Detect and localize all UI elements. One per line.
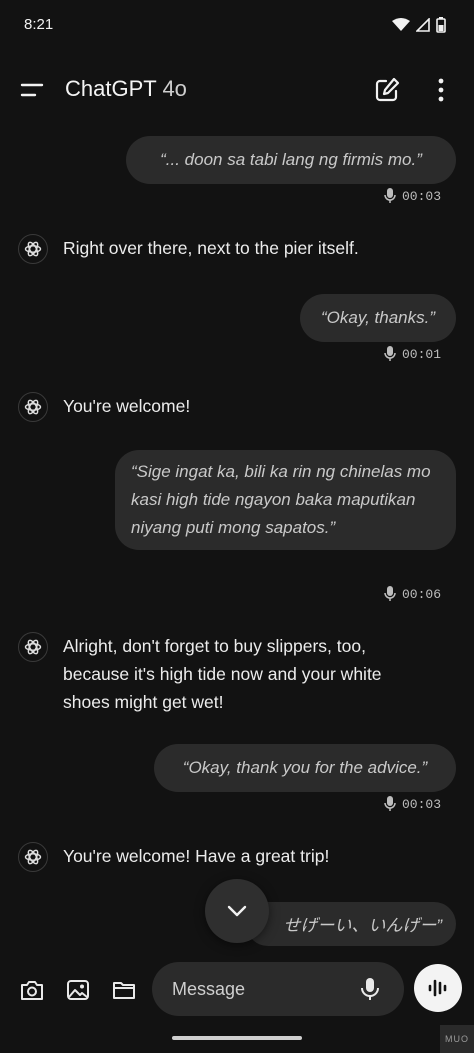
voice-duration: 00:03	[401, 796, 441, 812]
model-name: 4o	[162, 76, 187, 101]
folder-icon	[113, 982, 135, 999]
chatgpt-logo-icon	[18, 392, 48, 422]
user-message-bubble: せげーい、いんげー”	[246, 902, 456, 946]
user-message-text: “Sige ingat ka, bili ka rin ng chinelas …	[131, 462, 431, 537]
camera-button[interactable]	[18, 976, 46, 1004]
wifi-icon	[392, 18, 410, 31]
voice-mode-button[interactable]	[414, 964, 462, 1012]
assistant-message-text: You're welcome! Have a great trip!	[63, 846, 330, 866]
scroll-to-bottom-button[interactable]	[205, 879, 269, 943]
attach-file-button[interactable]	[110, 976, 138, 1004]
user-message-bubble: “Okay, thanks.”	[300, 294, 456, 342]
chatgpt-logo-icon	[18, 842, 48, 872]
user-message-bubble: “Sige ingat ka, bili ka rin ng chinelas …	[115, 450, 456, 550]
assistant-message-text: Alright, don't forget to buy slippers, t…	[63, 636, 382, 712]
signal-icon	[416, 18, 430, 32]
image-icon	[67, 980, 89, 1000]
more-vert-icon	[438, 78, 444, 102]
app-header: ChatGPT 4o	[0, 62, 474, 118]
voice-duration: 00:03	[401, 188, 441, 204]
user-message-bubble: “Okay, thank you for the advice.”	[154, 744, 456, 792]
status-time: 8:21	[24, 16, 54, 33]
camera-icon	[21, 981, 43, 1000]
mic-icon	[384, 586, 396, 601]
status-bar: 8:21	[0, 0, 474, 50]
page-title[interactable]: ChatGPT 4o	[65, 76, 187, 102]
assistant-message: You're welcome!	[18, 392, 458, 422]
voice-duration: 00:01	[401, 346, 441, 362]
watermark-logo: MUO	[440, 1025, 474, 1053]
dictate-button[interactable]	[358, 976, 382, 1002]
mic-icon	[384, 188, 396, 203]
assistant-message-text: You're welcome!	[63, 396, 191, 416]
voice-message-meta: 00:06	[384, 586, 441, 602]
assistant-message: Alright, don't forget to buy slippers, t…	[18, 632, 458, 718]
menu-button[interactable]	[18, 76, 48, 104]
chatgpt-logo-icon	[18, 234, 48, 264]
assistant-message-text: Right over there, next to the pier itsel…	[63, 238, 359, 258]
user-message-bubble: “... doon sa tabi lang ng firmis mo.”	[126, 136, 456, 184]
message-input[interactable]	[172, 962, 352, 1016]
waveform-icon	[428, 979, 447, 997]
message-box	[152, 962, 404, 1016]
app-name: ChatGPT	[65, 76, 157, 101]
assistant-message: Right over there, next to the pier itsel…	[18, 234, 458, 264]
menu-icon	[20, 83, 44, 97]
voice-duration: 00:06	[401, 586, 441, 602]
voice-message-meta: 00:01	[384, 346, 441, 362]
chatgpt-logo-icon	[18, 632, 48, 662]
composer-bar	[0, 958, 474, 1024]
battery-icon	[436, 17, 446, 33]
edit-icon	[375, 77, 400, 102]
user-message-text: “Okay, thanks.”	[321, 308, 435, 327]
mic-icon	[361, 978, 379, 1000]
photo-library-button[interactable]	[64, 976, 92, 1004]
new-chat-button[interactable]	[372, 75, 402, 105]
voice-message-meta: 00:03	[384, 188, 441, 204]
mic-icon	[384, 796, 396, 811]
assistant-message: You're welcome! Have a great trip!	[18, 842, 458, 872]
mic-icon	[384, 346, 396, 361]
user-message-text: “Okay, thank you for the advice.”	[182, 758, 428, 777]
chevron-down-icon	[227, 905, 247, 917]
voice-message-meta: 00:03	[384, 796, 441, 812]
more-options-button[interactable]	[428, 75, 454, 105]
user-message-text: せげーい、いんげー”	[283, 916, 442, 935]
home-indicator	[172, 1036, 302, 1040]
user-message-text: “... doon sa tabi lang ng firmis mo.”	[160, 150, 422, 169]
status-icons	[392, 17, 446, 33]
